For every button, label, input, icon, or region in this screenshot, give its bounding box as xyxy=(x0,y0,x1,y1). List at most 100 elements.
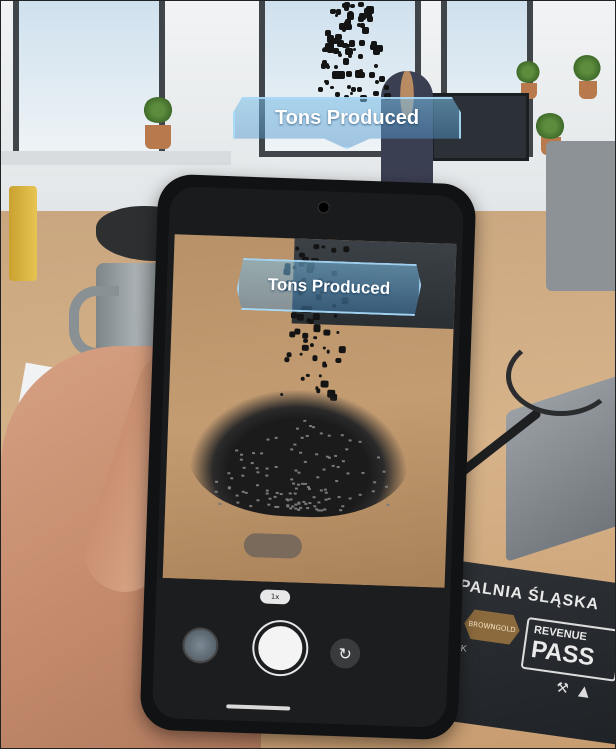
coal-highlight xyxy=(340,434,344,437)
coal-highlight xyxy=(289,448,294,451)
coal-highlight xyxy=(228,486,232,489)
coal-highlight xyxy=(303,460,307,463)
coal-particle xyxy=(334,33,342,41)
coal-highlight xyxy=(289,478,293,481)
shutter-button-icon[interactable] xyxy=(253,621,308,676)
coal-particle xyxy=(367,16,374,23)
coal-highlight xyxy=(230,477,234,480)
coal-particle xyxy=(302,344,310,352)
coal-highlight xyxy=(235,494,239,497)
coal-particle xyxy=(319,374,323,378)
coal-particle xyxy=(331,247,337,253)
coal-particle xyxy=(355,69,364,78)
coal-particle xyxy=(294,328,301,335)
coal-particle xyxy=(320,380,329,388)
coal-highlight xyxy=(306,506,310,509)
coal-highlight xyxy=(341,459,345,462)
coal-highlight xyxy=(226,472,230,475)
coal-highlight xyxy=(240,474,244,478)
coal-highlight xyxy=(275,437,279,440)
coal-highlight xyxy=(300,436,304,439)
coal-particle xyxy=(369,72,375,78)
coal-highlight xyxy=(386,503,390,506)
coal-highlight xyxy=(346,472,350,475)
coal-highlight xyxy=(266,438,270,441)
coal-particle xyxy=(345,71,352,78)
coal-particle xyxy=(360,23,365,28)
viewfinder-marker xyxy=(243,532,303,559)
coal-highlight xyxy=(297,508,301,511)
coal-highlight xyxy=(297,471,301,474)
plant-leaves xyxy=(516,61,540,83)
coal-highlight xyxy=(265,489,269,492)
coal-highlight xyxy=(358,493,362,496)
coal-highlight xyxy=(327,498,331,501)
coal-highlight xyxy=(325,491,329,494)
coal-particle xyxy=(358,13,366,21)
tools-icon: ⚒▲ xyxy=(555,679,601,702)
coal-highlight xyxy=(242,467,246,470)
coal-highlight xyxy=(305,435,309,438)
coal-particle xyxy=(312,313,321,321)
coal-highlight xyxy=(382,470,386,473)
coal-particle xyxy=(358,1,364,8)
coal-highlight xyxy=(372,481,376,484)
coal-highlight xyxy=(315,476,319,479)
cable xyxy=(506,336,615,416)
card-badge: BROWNGOLD xyxy=(462,608,522,646)
coal-particle xyxy=(335,357,342,364)
coal-highlight xyxy=(274,466,278,469)
photo-frame: KOPALNIA ŚLĄSKA BROWNGOLD REVENUE PASS M… xyxy=(0,0,616,749)
coal-highlight xyxy=(334,480,338,483)
coal-highlight xyxy=(234,449,238,452)
camera-controls: 1x ↻ xyxy=(151,577,451,728)
coal-particle xyxy=(341,27,347,32)
coal-particle xyxy=(338,345,346,354)
coal-highlight xyxy=(311,426,315,429)
coal-particle xyxy=(313,244,319,250)
zoom-chip[interactable]: 1x xyxy=(259,589,291,605)
coal-highlight xyxy=(344,447,348,451)
coal-highlight xyxy=(264,474,269,477)
plant-leaves xyxy=(143,97,173,123)
coal-particle xyxy=(313,323,322,332)
coal-highlight xyxy=(255,466,259,470)
coal-highlight xyxy=(303,419,307,423)
coal-highlight xyxy=(239,453,243,456)
coal-highlight xyxy=(385,485,389,488)
camera-switch-icon[interactable]: ↻ xyxy=(329,637,361,669)
coal-highlight xyxy=(319,489,323,492)
coal-particle xyxy=(323,346,327,350)
coal-particle xyxy=(332,47,340,54)
coal-highlight xyxy=(267,503,271,506)
coal-particle xyxy=(326,349,331,354)
home-indicator[interactable] xyxy=(226,704,291,711)
coal-highlight xyxy=(323,488,327,491)
coal-highlight xyxy=(294,488,298,491)
coal-highlight xyxy=(341,505,345,508)
coal-highlight xyxy=(331,465,335,468)
coal-particle xyxy=(370,40,377,47)
coal-particle xyxy=(324,32,328,36)
coal-highlight xyxy=(300,482,304,485)
coal-particle xyxy=(317,86,323,92)
coal-particle xyxy=(300,376,305,382)
coal-highlight xyxy=(327,435,331,438)
coal-highlight xyxy=(308,501,312,505)
coal-highlight xyxy=(256,499,260,502)
coal-highlight xyxy=(214,490,218,493)
gallery-thumbnail-icon[interactable] xyxy=(181,626,219,664)
coal-particle xyxy=(306,373,310,378)
coal-particle xyxy=(324,79,330,85)
plant-pot xyxy=(579,81,597,99)
coal-particle xyxy=(358,53,364,59)
coal-highlight xyxy=(293,507,297,510)
coal-particle xyxy=(284,356,290,362)
coal-highlight xyxy=(273,505,277,508)
coal-particle xyxy=(310,343,314,347)
coal-highlight xyxy=(320,432,324,435)
coal-particle xyxy=(321,361,326,366)
coal-particle xyxy=(313,336,317,340)
coal-particle xyxy=(337,71,346,79)
coal-particle xyxy=(324,42,333,51)
